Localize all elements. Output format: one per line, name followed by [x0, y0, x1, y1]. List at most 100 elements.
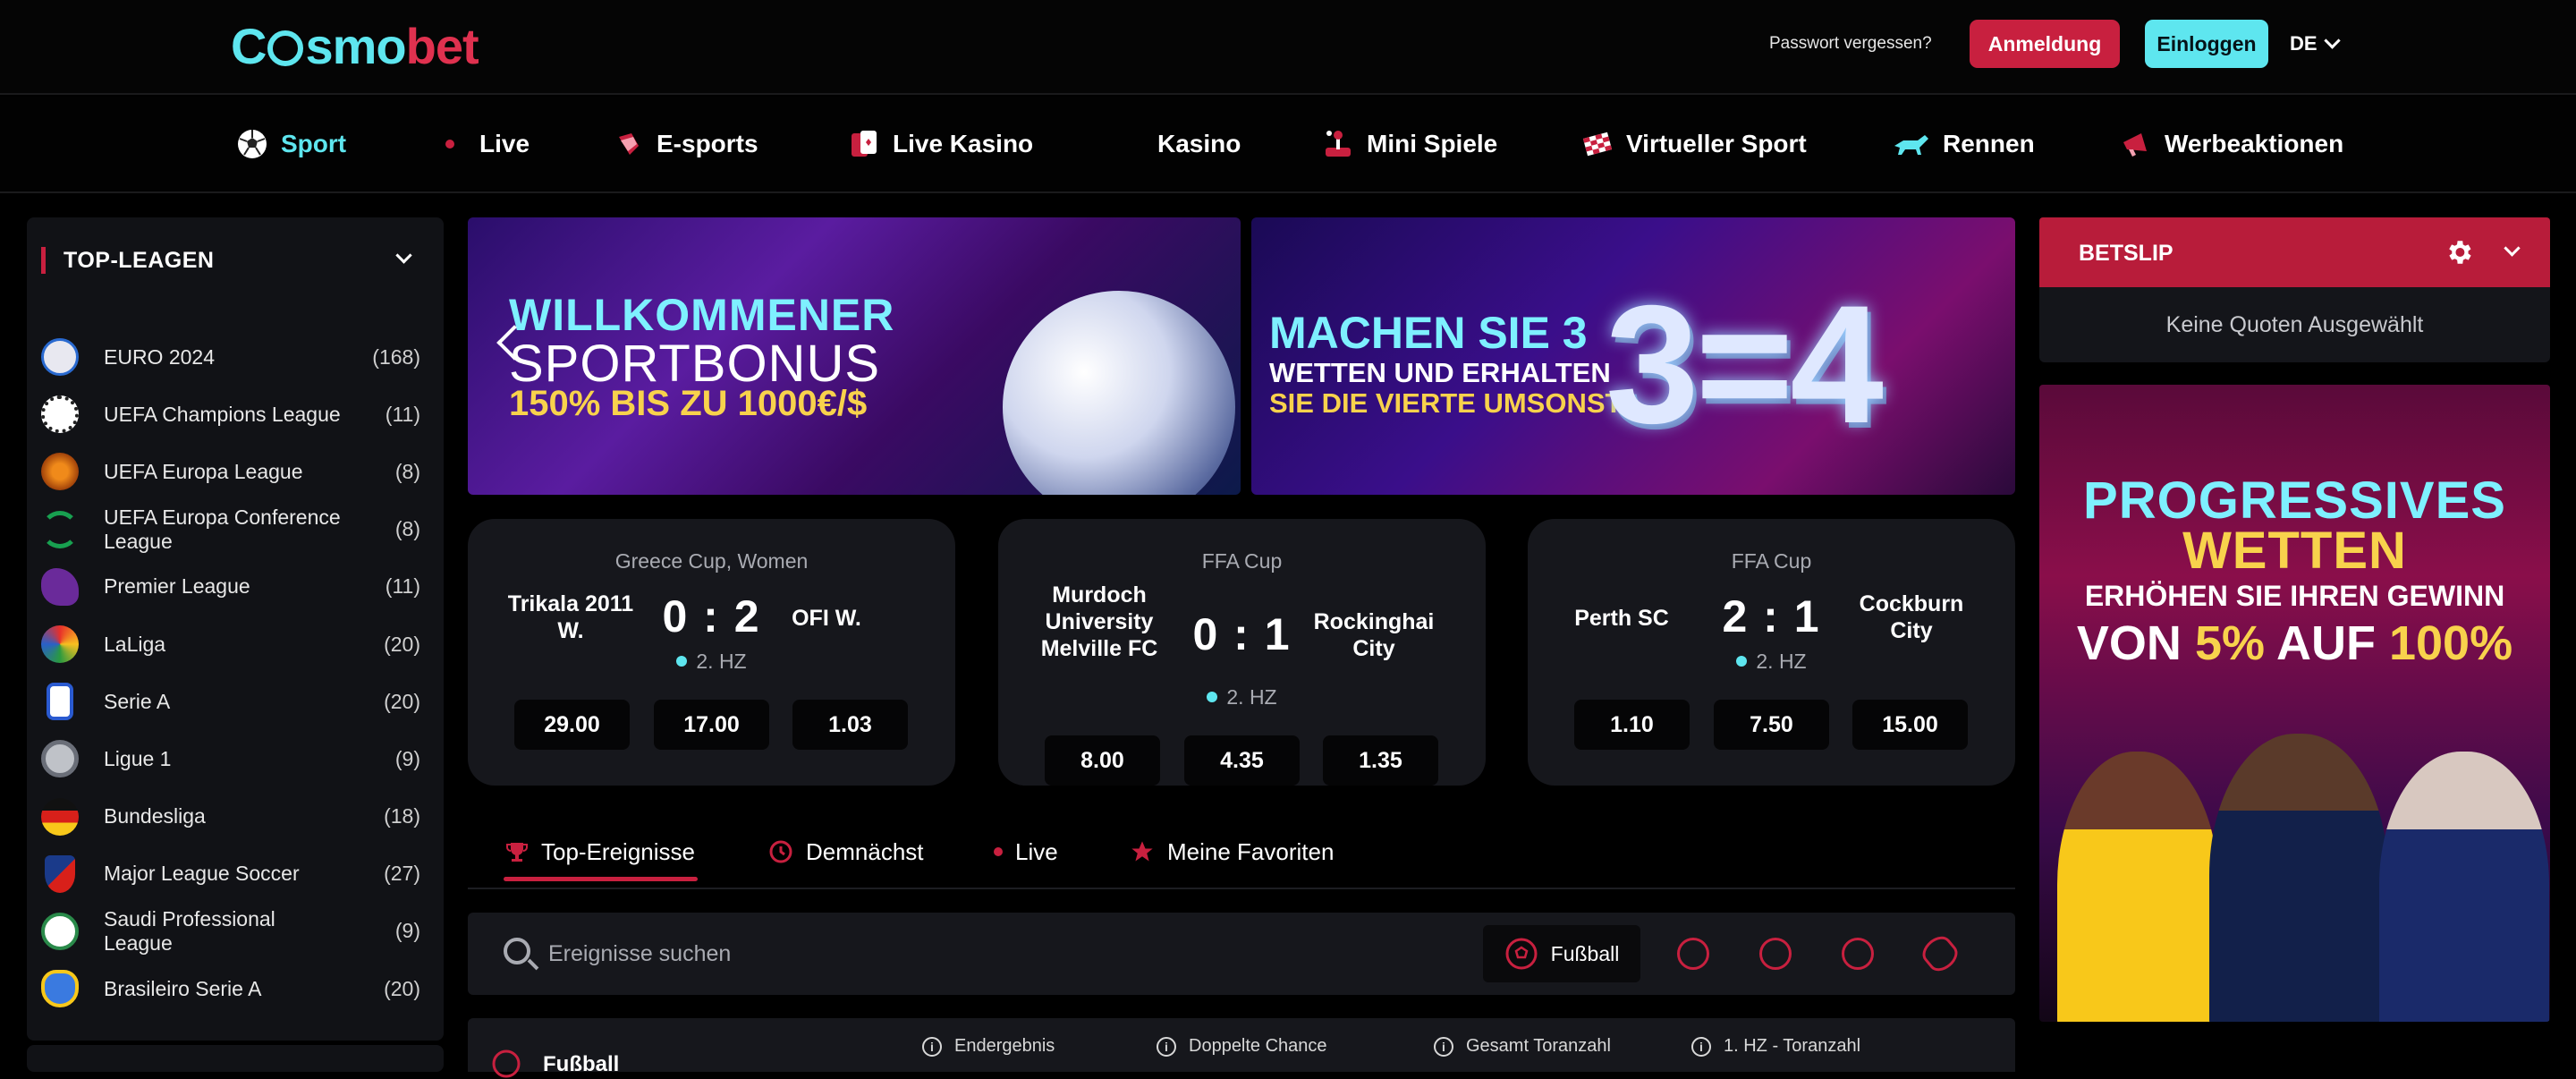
match-period: 2. HZ	[1528, 650, 2015, 674]
sidebar-header[interactable]: TOP-LEAGEN	[41, 242, 429, 278]
chevron-down-icon	[2323, 31, 2341, 49]
top-leagues-sidebar: TOP-LEAGEN EURO 2024 (168) UEFA Champion…	[27, 217, 444, 1041]
league-list: EURO 2024 (168) UEFA Champions League (1…	[27, 328, 444, 1017]
market-column-header[interactable]: i 1. HZ - Toranzahl	[1691, 1036, 1860, 1057]
odd-button[interactable]: 1.03	[792, 700, 908, 750]
league-item[interactable]: Saudi Professional League (9)	[27, 903, 444, 960]
odd-button[interactable]: 8.00	[1045, 735, 1160, 786]
competition-name: FFA Cup	[1731, 549, 1812, 573]
baseball-icon[interactable]	[1842, 938, 1874, 970]
banner-title: MACHEN SIE 3	[1269, 308, 1588, 358]
login-button[interactable]: Einloggen	[2145, 20, 2268, 68]
banner-offer: SIE DIE VIERTE UMSONST	[1269, 387, 1623, 419]
cosmobet-logo[interactable]: Csmo bet	[231, 16, 479, 75]
tab-demnaechst[interactable]: Demnächst	[768, 830, 924, 873]
league-item[interactable]: Brasileiro Serie A (20)	[27, 960, 444, 1017]
nav-item-sport[interactable]: Sport	[236, 123, 346, 165]
league-item[interactable]: Ligue 1 (9)	[27, 730, 444, 787]
cards-icon	[852, 131, 877, 157]
trophy-icon	[506, 843, 528, 862]
nav-item-virtueller-sport[interactable]: Virtueller Sport	[1581, 123, 1807, 165]
basketball-icon[interactable]	[1677, 938, 1709, 970]
europa-league-icon	[41, 453, 79, 491]
sport-filter-fussball[interactable]: Fußball	[1483, 925, 1640, 982]
promo-range: VON 5% AUF 100%	[2039, 616, 2550, 671]
tabs-divider	[468, 888, 2015, 889]
nav-item-kasino[interactable]: Kasino	[1157, 123, 1241, 165]
league-item[interactable]: Serie A (20)	[27, 673, 444, 730]
chevron-down-icon[interactable]	[395, 247, 412, 264]
odd-button[interactable]: 7.50	[1714, 700, 1829, 750]
market-column-header[interactable]: i Gesamt Toranzahl	[1434, 1036, 1611, 1057]
league-item[interactable]: LaLiga (20)	[27, 616, 444, 673]
nav-item-mini-spiele[interactable]: Mini Spiele	[1322, 123, 1497, 165]
betslip-header[interactable]: BETSLIP	[2039, 217, 2550, 287]
tab-label: Meine Favoriten	[1167, 837, 1335, 865]
search-input[interactable]	[548, 936, 1353, 972]
tab-live[interactable]: Live	[994, 830, 1058, 873]
live-match-card[interactable]: FFA Cup Murdoch University Melville FC 0…	[998, 519, 1486, 786]
chevron-down-icon[interactable]	[2504, 240, 2521, 257]
brasileiro-icon	[41, 970, 79, 1008]
odd-button[interactable]: 29.00	[514, 700, 630, 750]
league-item[interactable]: UEFA Europa League (8)	[27, 443, 444, 500]
league-name: Saudi Professional League	[104, 906, 275, 955]
odd-button[interactable]: 1.10	[1574, 700, 1690, 750]
tab-top-ereignisse[interactable]: Top-Ereignisse	[505, 830, 695, 873]
gear-icon[interactable]	[2444, 237, 2474, 268]
odd-button[interactable]: 17.00	[654, 700, 769, 750]
active-tab-indicator	[504, 877, 698, 881]
league-item[interactable]: EURO 2024 (168)	[27, 328, 444, 386]
euro-2024-icon	[41, 338, 79, 377]
nav-item-rennen[interactable]: Rennen	[1891, 123, 2035, 165]
league-count: (168)	[372, 344, 420, 369]
league-count: (20)	[384, 976, 420, 1000]
league-count: (8)	[394, 459, 420, 483]
language-selector[interactable]: DE	[2290, 30, 2341, 57]
league-item[interactable]: Major League Soccer (27)	[27, 845, 444, 903]
nav-item-esports[interactable]: E-sports	[612, 123, 758, 165]
sidebar-title: TOP-LEAGEN	[64, 247, 215, 273]
nav-item-label: Kasino	[1157, 130, 1241, 157]
horse-icon	[1894, 135, 1928, 155]
live-dot-icon	[676, 656, 688, 667]
nav-item-label: Sport	[281, 130, 347, 157]
forgot-password-link[interactable]: Passwort vergessen?	[1769, 30, 1932, 57]
nav-item-werbeaktionen[interactable]: Werbeaktionen	[2120, 123, 2343, 165]
nav-item-live[interactable]: Live	[445, 123, 530, 165]
league-count: (18)	[384, 804, 420, 828]
info-icon: i	[1691, 1036, 1711, 1057]
three-for-four-banner[interactable]: MACHEN SIE 3 WETTEN UND ERHALTEN SIE DIE…	[1251, 217, 2015, 495]
register-button[interactable]: Anmeldung	[1970, 20, 2120, 68]
league-name: UEFA Europa League	[104, 459, 303, 483]
progressive-betting-promo[interactable]: PROGRESSIVES WETTEN ERHÖHEN SIE IHREN GE…	[2039, 385, 2550, 1022]
banner-subtitle: WETTEN UND ERHALTEN	[1269, 357, 1611, 388]
saudi-league-icon	[41, 912, 79, 950]
banner-big-text: 3=4	[1606, 270, 1884, 458]
live-match-card[interactable]: FFA Cup Perth SC 2 : 1 Cockburn City 2. …	[1528, 519, 2015, 786]
promo-subtitle: WETTEN	[2182, 522, 2407, 580]
sport-filter-label: Fußball	[1550, 941, 1620, 965]
market-column-header[interactable]: i Doppelte Chance	[1157, 1036, 1327, 1057]
league-item[interactable]: UEFA Europa Conference League (8)	[27, 501, 444, 558]
rugby-ball-icon[interactable]	[1917, 930, 1963, 977]
nav-item-live-kasino[interactable]: Live Kasino	[848, 123, 1033, 165]
odd-button[interactable]: 4.35	[1184, 735, 1300, 786]
market-column-header[interactable]: i Endergebnis	[922, 1036, 1055, 1057]
league-item[interactable]: UEFA Champions League (11)	[27, 386, 444, 443]
tab-meine-favoriten[interactable]: Meine Favoriten	[1130, 830, 1334, 873]
competition-name: FFA Cup	[1201, 549, 1283, 573]
league-name: LaLiga	[104, 632, 166, 656]
odd-button[interactable]: 1.35	[1323, 735, 1438, 786]
conference-league-icon	[41, 510, 79, 548]
top-bar: Csmo bet Passwort vergessen? Anmeldung Ei…	[0, 0, 2576, 95]
live-match-card[interactable]: Greece Cup, Women Trikala 2011 W. 0 : 2 …	[468, 519, 955, 786]
volleyball-icon[interactable]	[1759, 938, 1792, 970]
sportbonus-banner[interactable]: WILLKOMMENER SPORTBONUS 150% BIS ZU 1000…	[468, 217, 1241, 495]
league-item[interactable]: Premier League (11)	[27, 558, 444, 616]
serie-a-icon	[47, 683, 73, 721]
league-name: UEFA Champions League	[104, 402, 341, 426]
gamepad-icon	[619, 133, 639, 155]
league-item[interactable]: Bundesliga (18)	[27, 788, 444, 845]
odd-button[interactable]: 15.00	[1852, 700, 1968, 750]
